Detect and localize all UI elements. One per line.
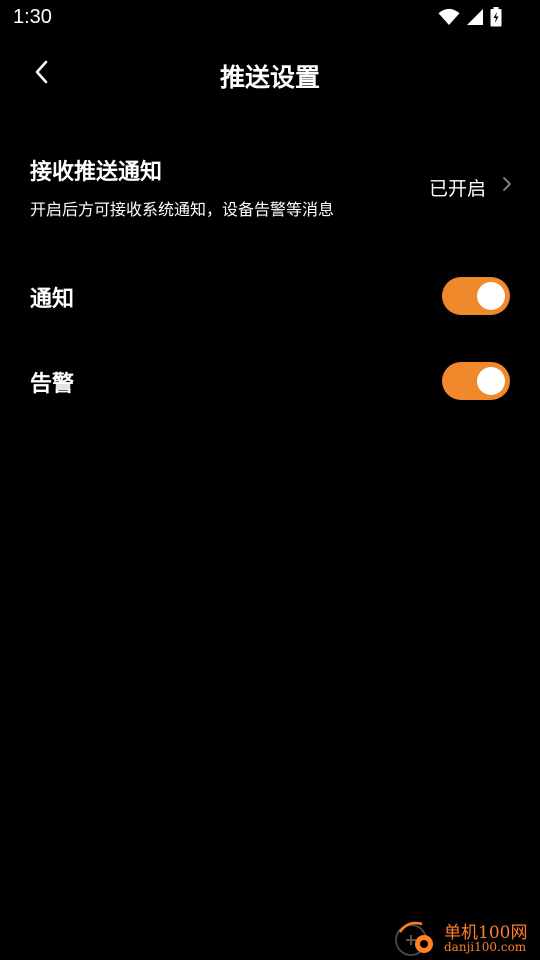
chevron-right-icon	[502, 176, 512, 196]
cellular-signal-icon	[466, 8, 484, 26]
status-time: 1:30	[13, 6, 52, 28]
receive-push-title: 接收推送通知	[30, 160, 163, 185]
alarm-switch[interactable]	[442, 362, 510, 400]
notification-switch[interactable]	[442, 277, 510, 315]
wifi-icon	[438, 8, 460, 26]
watermark: 单机100网 danji100.com	[390, 912, 540, 960]
status-bar: 1:30	[0, 0, 540, 36]
switch-knob	[477, 367, 505, 395]
status-icons	[438, 7, 502, 27]
header: 推送设置	[0, 48, 540, 100]
battery-charging-icon	[490, 7, 502, 27]
receive-push-status: 已开启	[428, 178, 486, 200]
watermark-url: danji100.com	[444, 940, 527, 954]
alarm-toggle-row: 告警	[0, 352, 540, 412]
receive-push-description: 开启后方可接收系统通知，设备告警等消息	[30, 200, 335, 219]
switch-knob	[477, 282, 505, 310]
alarm-label: 告警	[30, 372, 75, 397]
notification-toggle-row: 通知	[0, 267, 540, 327]
watermark-logo-icon	[395, 921, 433, 956]
notification-label: 通知	[30, 287, 75, 312]
receive-push-row[interactable]: 接收推送通知 开启后方可接收系统通知，设备告警等消息 已开启	[0, 148, 540, 228]
page-title: 推送设置	[219, 63, 320, 92]
